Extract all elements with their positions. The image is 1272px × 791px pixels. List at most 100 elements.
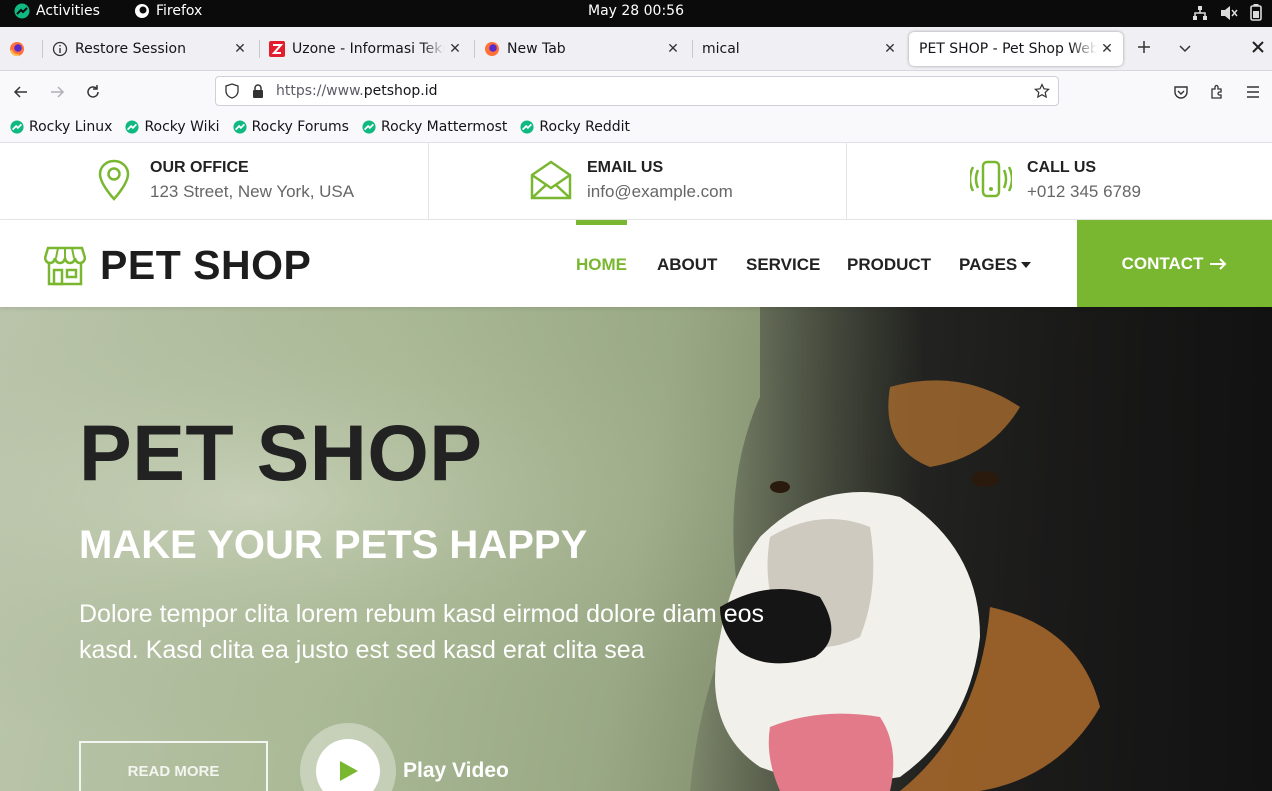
close-tab-icon[interactable]: ✕ xyxy=(880,41,900,57)
web-page: OUR OFFICE 123 Street, New York, USA EMA… xyxy=(0,143,1272,791)
rocky-logo-icon xyxy=(10,120,24,134)
storefront-icon xyxy=(44,246,86,285)
phone-vibrate-icon xyxy=(970,160,1012,198)
tab-label: Uzone - Informasi Teknologi xyxy=(292,41,445,57)
contact-label: CONTACT xyxy=(1121,253,1204,273)
tab-pet-shop[interactable]: PET SHOP - Pet Shop Website ✕ xyxy=(909,32,1123,66)
rocky-logo-icon xyxy=(233,120,247,134)
hero-title: PET SHOP xyxy=(79,408,483,497)
battery-icon xyxy=(1250,4,1262,21)
network-icon xyxy=(1193,5,1207,20)
activities-button[interactable]: Activities xyxy=(14,3,100,19)
lock-icon xyxy=(253,84,263,98)
chevron-down-icon xyxy=(1179,45,1191,53)
tab-mical[interactable]: mical ✕ xyxy=(692,32,906,66)
close-tab-icon[interactable]: ✕ xyxy=(663,41,683,57)
close-tab-icon[interactable]: ✕ xyxy=(1097,41,1117,57)
bookmark-label: Rocky Linux xyxy=(29,119,113,135)
tab-label: mical xyxy=(702,41,740,57)
play-video-label[interactable]: Play Video xyxy=(403,759,509,783)
nav-link-home[interactable]: HOME xyxy=(576,255,627,275)
gnome-top-bar: Activities Firefox May 28 00:56 xyxy=(0,0,1272,27)
main-navbar: PET SHOP HOME ABOUT SERVICE PRODUCT PAGE… xyxy=(0,220,1272,307)
bookmark-rocky-mattermost[interactable]: Rocky Mattermost xyxy=(362,119,507,135)
close-tab-icon[interactable]: ✕ xyxy=(230,41,250,57)
url-bar[interactable]: https://www.petshop.id xyxy=(215,76,1059,106)
phone-number[interactable]: +012 345 6789 xyxy=(1027,182,1141,202)
url-text: https://www.petshop.id xyxy=(276,83,1034,99)
firefox-app-icon xyxy=(135,4,149,18)
hero-description: Dolore tempor clita lorem rebum kasd eir… xyxy=(79,600,765,664)
contact-info-bar: OUR OFFICE 123 Street, New York, USA EMA… xyxy=(0,143,1272,220)
map-pin-icon xyxy=(98,159,130,201)
firefox-icon xyxy=(485,42,499,56)
bookmark-rocky-linux[interactable]: Rocky Linux xyxy=(10,119,112,135)
bookmark-label: Rocky Reddit xyxy=(539,119,630,135)
activities-label: Activities xyxy=(36,3,100,19)
plus-icon xyxy=(1138,41,1150,53)
email-title: EMAIL US xyxy=(587,159,664,176)
new-tab-button[interactable] xyxy=(1136,39,1152,55)
bookmark-label: Rocky Mattermost xyxy=(380,119,508,135)
arrow-right-icon xyxy=(51,86,65,98)
shield-icon xyxy=(225,83,239,99)
pocket-button[interactable] xyxy=(1169,80,1193,104)
play-circle xyxy=(316,739,380,791)
call-info: CALL US +012 345 6789 xyxy=(846,143,1272,220)
info-icon xyxy=(52,41,68,57)
back-button[interactable] xyxy=(9,80,33,104)
pocket-icon xyxy=(1174,86,1188,99)
menu-button[interactable] xyxy=(1241,80,1265,104)
volume-muted-icon xyxy=(1221,5,1238,20)
hamburger-icon xyxy=(1247,86,1259,98)
tab-new-tab[interactable]: New Tab ✕ xyxy=(474,32,689,66)
system-tray[interactable] xyxy=(1192,4,1262,21)
app-menu-label: Firefox xyxy=(156,3,203,19)
nav-link-service[interactable]: SERVICE xyxy=(746,255,820,275)
office-info: OUR OFFICE 123 Street, New York, USA xyxy=(0,143,428,220)
tab-restore-session[interactable]: Restore Session ✕ xyxy=(42,32,256,66)
list-all-tabs-button[interactable] xyxy=(1177,40,1193,56)
tab-uzone[interactable]: Uzone - Informasi Teknologi ✕ xyxy=(259,32,471,66)
bookmark-rocky-forums[interactable]: Rocky Forums xyxy=(233,119,349,135)
caret-down-icon xyxy=(1021,262,1032,268)
arrow-right-icon xyxy=(1210,257,1227,270)
url-domain: petshop.id xyxy=(363,83,438,99)
reload-button[interactable] xyxy=(81,80,105,104)
bookmark-rocky-wiki[interactable]: Rocky Wiki xyxy=(125,119,220,135)
brand-logo[interactable]: PET SHOP xyxy=(44,242,311,289)
close-tab-icon[interactable]: ✕ xyxy=(445,41,465,57)
url-prefix: https://www. xyxy=(276,83,364,99)
bookmark-label: Rocky Forums xyxy=(251,119,349,135)
close-window-button[interactable] xyxy=(1251,40,1265,54)
rocky-logo-icon xyxy=(14,3,30,19)
tab-label: PET SHOP - Pet Shop Website xyxy=(919,41,1097,57)
firefox-view-button[interactable] xyxy=(9,41,25,57)
email-address[interactable]: info@example.com xyxy=(587,182,733,202)
nav-link-product[interactable]: PRODUCT xyxy=(847,255,931,275)
contact-button[interactable]: CONTACT xyxy=(1077,220,1272,307)
office-address: 123 Street, New York, USA xyxy=(150,182,355,201)
tab-label: Restore Session xyxy=(75,41,186,57)
active-indicator xyxy=(576,220,627,225)
nav-link-about[interactable]: ABOUT xyxy=(657,255,717,275)
rocky-logo-icon xyxy=(125,120,139,134)
forward-button[interactable] xyxy=(45,80,69,104)
arrow-left-icon xyxy=(13,86,27,98)
bookmark-star-icon[interactable] xyxy=(1034,83,1050,99)
nav-link-pages[interactable]: PAGES xyxy=(959,255,1032,275)
read-more-button[interactable]: READ MORE xyxy=(79,741,268,791)
tab-label: New Tab xyxy=(507,41,566,57)
navigation-toolbar: https://www.petshop.id xyxy=(0,71,1272,112)
hero-subtitle: MAKE YOUR PETS HAPPY xyxy=(79,523,588,567)
app-menu-firefox[interactable]: Firefox xyxy=(134,3,202,19)
envelope-icon xyxy=(530,160,572,200)
clock[interactable]: May 28 00:56 xyxy=(588,3,684,19)
close-icon xyxy=(1252,41,1264,53)
extensions-button[interactable] xyxy=(1205,80,1229,104)
bookmark-rocky-reddit[interactable]: Rocky Reddit xyxy=(520,119,630,135)
email-info: EMAIL US info@example.com xyxy=(428,143,846,220)
puzzle-icon xyxy=(1211,84,1222,99)
firefox-icon xyxy=(10,42,24,57)
uzone-icon xyxy=(269,41,285,57)
